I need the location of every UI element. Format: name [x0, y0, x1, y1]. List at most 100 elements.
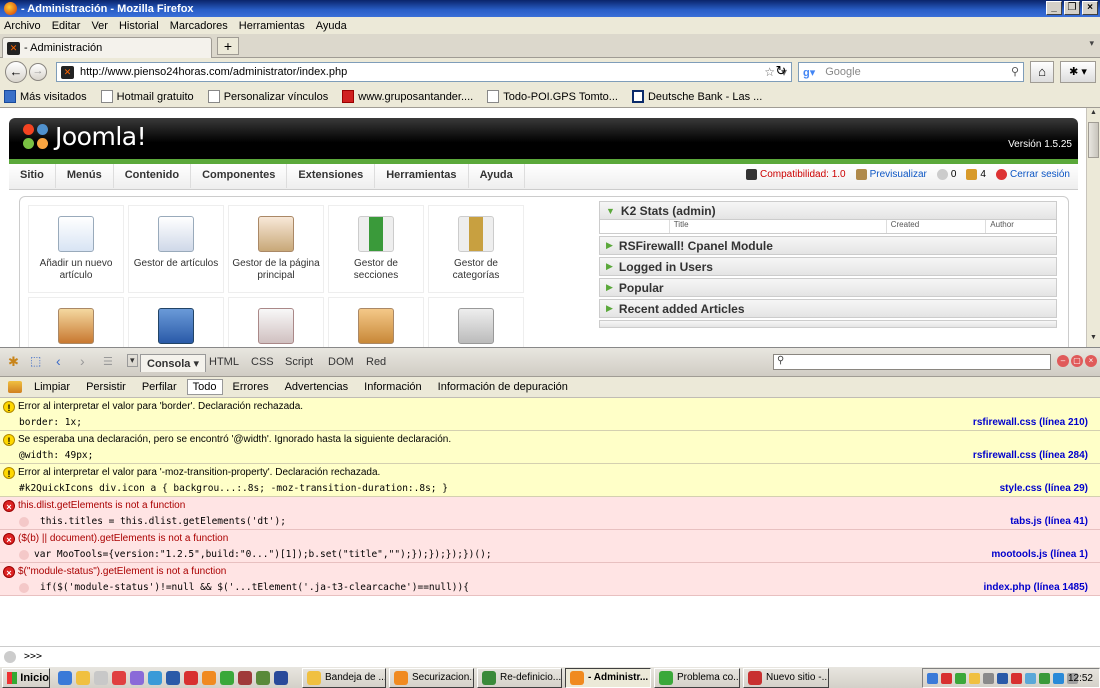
filter-todo[interactable]: Todo — [186, 379, 223, 395]
clear-console-icon[interactable] — [8, 381, 22, 393]
fb-detach-icon[interactable]: ▢ — [1071, 355, 1083, 367]
tray-icon[interactable] — [941, 672, 952, 684]
quickicon-article-manager[interactable]: Gestor de artículos — [128, 205, 224, 293]
menu-ayuda[interactable]: Ayuda — [316, 20, 347, 32]
app-icon[interactable] — [238, 670, 252, 685]
chrome-icon[interactable] — [220, 670, 234, 685]
app-icon[interactable] — [130, 670, 144, 685]
console-entry[interactable]: × $("module-status").getElement is not a… — [0, 563, 1100, 596]
fb-tab-script[interactable]: Script — [285, 356, 313, 368]
bookmark-personalizar[interactable]: Personalizar vínculos — [207, 90, 328, 103]
btn-persistir[interactable]: Persistir — [86, 381, 126, 393]
task-problema[interactable]: Problema co... — [654, 667, 740, 688]
addon-menu-button[interactable]: ✱ ▾ — [1060, 61, 1096, 83]
task-securizacion[interactable]: Securizacion... — [389, 667, 474, 688]
close-button[interactable]: × — [1082, 1, 1098, 15]
filter-errores[interactable]: Errores — [233, 381, 269, 393]
breadcrumb-icon[interactable]: ☰ — [103, 355, 113, 368]
panel-menu-icon[interactable]: ▾ — [127, 354, 138, 367]
start-button[interactable]: Inicio — [2, 667, 50, 688]
filter-depuracion[interactable]: Información de depuración — [438, 381, 568, 393]
task-bandeja[interactable]: Bandeja de ... — [302, 667, 386, 688]
preview-link[interactable]: Previsualizar — [855, 169, 927, 180]
bookmark-todo-poi[interactable]: Todo-POI.GPS Tomto... — [487, 90, 618, 103]
entry-source-link[interactable]: rsfirewall.css (línea 284) — [973, 450, 1088, 461]
quickicon-language-manager[interactable] — [228, 297, 324, 347]
logout-link[interactable]: Cerrar sesión — [995, 169, 1070, 180]
tray-icon[interactable] — [969, 672, 980, 684]
fb-tab-red[interactable]: Red — [366, 356, 386, 368]
fb-tab-consola[interactable]: Consola ▾ — [140, 354, 206, 372]
breakpoint-icon[interactable] — [19, 550, 29, 560]
command-line-icon[interactable] — [4, 650, 16, 663]
module-k2-stats[interactable]: ▼ K2 Stats (admin) — [599, 201, 1057, 220]
back-arrow-icon[interactable]: ‹ — [56, 353, 61, 369]
quickicon-media-manager[interactable] — [28, 297, 124, 347]
compat-status[interactable]: Compatibilidad: 1.0 — [745, 169, 846, 180]
menu-herramientas[interactable]: Herramientas — [239, 20, 305, 32]
outlook-icon[interactable] — [76, 670, 90, 685]
jmenu-ayuda[interactable]: Ayuda — [469, 164, 525, 188]
tray-icon[interactable] — [1053, 672, 1064, 684]
tab-administracion[interactable]: ✕ - Administración — [2, 37, 212, 58]
scroll-thumb[interactable] — [1088, 122, 1099, 158]
page-scrollbar[interactable]: ▲ ▼ — [1086, 108, 1100, 347]
tray-icon[interactable] — [927, 672, 938, 684]
desktop-icon[interactable] — [94, 670, 108, 685]
scroll-down-icon[interactable]: ▼ — [1088, 334, 1099, 346]
entry-source-link[interactable]: rsfirewall.css (línea 210) — [973, 417, 1088, 428]
quickicon-global-config[interactable] — [428, 297, 524, 347]
breakpoint-icon[interactable] — [19, 517, 29, 527]
menu-ver[interactable]: Ver — [91, 20, 108, 32]
tray-icon[interactable] — [1025, 672, 1036, 684]
jmenu-herramientas[interactable]: Herramientas — [375, 164, 469, 188]
quickicon-section-manager[interactable]: Gestor de secciones — [328, 205, 424, 293]
restore-button[interactable]: ❐ — [1064, 1, 1080, 15]
btn-limpiar[interactable]: Limpiar — [34, 381, 70, 393]
tab-list-chevron-icon[interactable]: ▾ — [1089, 38, 1094, 49]
console-entry[interactable]: × ($(b) || document).getElements is not … — [0, 530, 1100, 563]
fb-tab-dom[interactable]: DOM — [328, 356, 354, 368]
bookmark-deutsche-bank[interactable]: Deutsche Bank - Las ... — [631, 90, 762, 103]
tray-icon[interactable] — [1011, 672, 1022, 684]
menu-marcadores[interactable]: Marcadores — [170, 20, 228, 32]
reload-icon[interactable]: ↻ — [771, 62, 791, 82]
btn-perfilar[interactable]: Perfilar — [142, 381, 177, 393]
console-entry[interactable]: ! Error al interpretar el valor para '-m… — [0, 464, 1100, 497]
quickicon-user-manager[interactable] — [328, 297, 424, 347]
tray-icon[interactable] — [1039, 672, 1050, 684]
entry-source-link[interactable]: mootools.js (línea 1) — [991, 549, 1088, 560]
task-redefinicion[interactable]: Re-definicio... — [477, 667, 562, 688]
app-icon[interactable] — [112, 670, 126, 685]
menu-historial[interactable]: Historial — [119, 20, 159, 32]
console-entry[interactable]: × this.dlist.getElements is not a functi… — [0, 497, 1100, 530]
module-popular[interactable]: ▶ Popular — [599, 278, 1057, 297]
search-icon[interactable]: ⚲ — [1011, 65, 1019, 78]
search-input[interactable]: g▾ Google ⚲ — [798, 62, 1024, 82]
quickicon-category-manager[interactable]: Gestor de categorías — [428, 205, 524, 293]
fb-minimize-icon[interactable]: – — [1057, 355, 1069, 367]
users-count[interactable]: 4 — [966, 169, 986, 180]
fb-tab-html[interactable]: HTML — [209, 356, 239, 368]
app-icon[interactable] — [166, 670, 180, 685]
back-button[interactable]: ← — [5, 61, 27, 83]
media-player-icon[interactable] — [148, 670, 162, 685]
quickicon-menu-manager[interactable] — [128, 297, 224, 347]
firebug-bug-icon[interactable]: ✱ — [8, 354, 19, 370]
inspect-icon[interactable]: ⬚ — [30, 354, 41, 368]
minimize-button[interactable]: _ — [1046, 1, 1062, 15]
app-icon[interactable] — [256, 670, 270, 685]
google-engine-icon[interactable]: g▾ — [803, 66, 815, 79]
forward-button[interactable]: → — [29, 63, 47, 81]
filter-advertencias[interactable]: Advertencias — [285, 381, 349, 393]
quickicon-add-article[interactable]: Añadir un nuevo artículo — [28, 205, 124, 293]
console-entry[interactable]: ! Error al interpretar el valor para 'bo… — [0, 398, 1100, 431]
bookmark-mas-visitados[interactable]: Más visitados — [4, 90, 87, 103]
app-icon[interactable] — [184, 670, 198, 685]
jmenu-contenido[interactable]: Contenido — [114, 164, 192, 188]
firebug-search-input[interactable]: ⚲ — [773, 354, 1051, 370]
entry-source-link[interactable]: tabs.js (línea 41) — [1010, 516, 1088, 527]
fb-close-icon[interactable]: × — [1085, 355, 1097, 367]
tray-icon[interactable] — [983, 672, 994, 684]
console-command-line[interactable]: >>> — [0, 646, 1100, 666]
